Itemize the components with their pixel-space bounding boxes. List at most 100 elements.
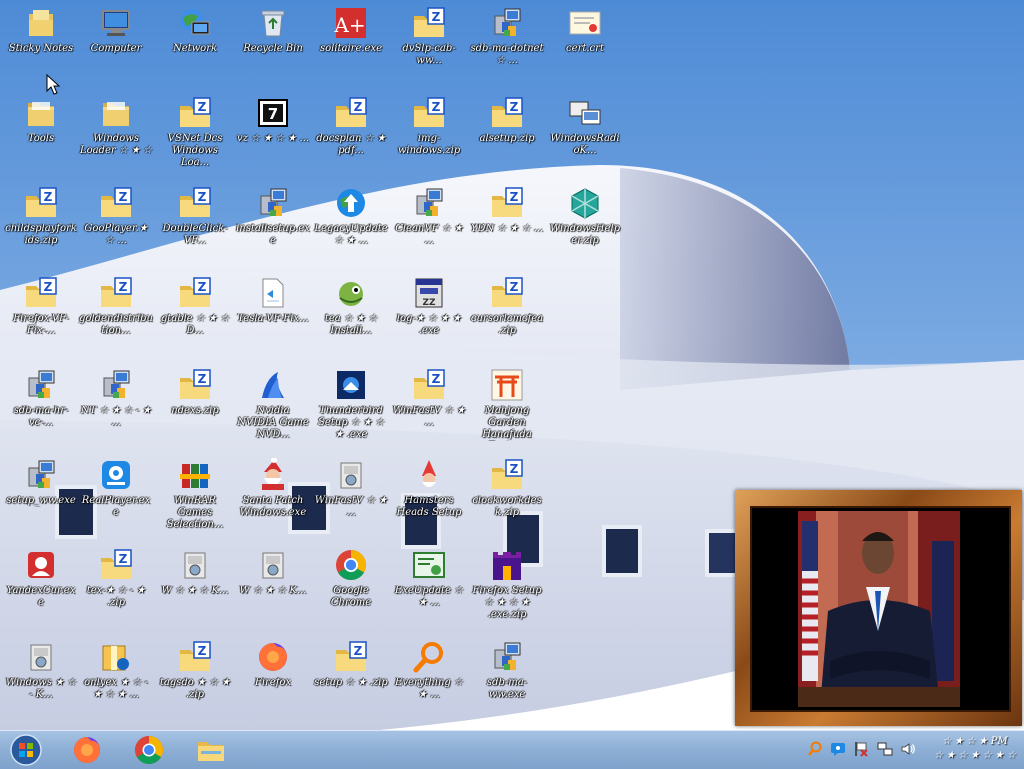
desktop-icon[interactable]: Network bbox=[156, 4, 234, 88]
desktop-icon[interactable]: Santa Patch Windows.exe bbox=[234, 456, 312, 540]
desktop-icon[interactable]: sdb-ma-dotnet ☆ ... bbox=[468, 4, 546, 88]
desktop-icon[interactable]: Hamsters Heads Setup bbox=[390, 456, 468, 540]
clock-time: ☆ ★ ☆ ★ PM bbox=[942, 736, 1008, 747]
desktop-icon-label: Firefox bbox=[254, 677, 292, 688]
desktop-icon[interactable]: NT ☆ ★ ☆ - ★ ... bbox=[77, 366, 155, 450]
tray-action-center-flag[interactable] bbox=[853, 741, 869, 757]
desktop-icon[interactable]: RealPlayer.exe bbox=[77, 456, 155, 540]
zip-folder-icon: Z bbox=[412, 96, 446, 130]
desktop-icon[interactable]: Google Chrome bbox=[312, 546, 390, 630]
desktop-icon[interactable]: Z Firefox-VF-Fix-... bbox=[2, 274, 80, 358]
desktop-icon[interactable]: Tools bbox=[2, 94, 80, 178]
desktop-icon[interactable]: YandexCur.exe bbox=[2, 546, 80, 630]
flag-icon bbox=[855, 742, 868, 757]
desktop-icon[interactable]: ExeUpdate ☆ ★ ... bbox=[390, 546, 468, 630]
desktop-icon[interactable]: Ztex-★ ☆ - ★ .zip bbox=[77, 546, 155, 630]
desktop-icon[interactable]: Z VSNet Dcs Windows Loa... bbox=[156, 94, 234, 178]
desktop-icon-label: RealPlayer.exe bbox=[81, 495, 151, 518]
desktop-icon-label: ndexs.zip bbox=[171, 405, 219, 416]
winrar-icon bbox=[178, 458, 212, 492]
desktop-icon[interactable]: WinFastV ☆ ★ ... bbox=[312, 456, 390, 540]
desktop-icon[interactable]: Z GooPlayer.★ ☆ ... bbox=[77, 184, 155, 268]
desktop-icon[interactable]: ZdvSlp-cab-ww... bbox=[390, 4, 468, 88]
desktop-icon[interactable]: Zgtable ☆ ★ ☆ D... bbox=[156, 274, 234, 358]
desktop-icon[interactable]: installsetup.exe bbox=[234, 184, 312, 268]
desktop-icon[interactable]: Zcursorlcmcfea.zip bbox=[468, 274, 546, 358]
desktop-icon-label: NT ☆ ★ ☆ - ★ ... bbox=[80, 405, 152, 428]
desktop-icon[interactable]: Everything ☆ ★ ... bbox=[390, 638, 468, 722]
desktop-icon[interactable]: WindowsHelper.zip bbox=[546, 184, 624, 268]
desktop-icon[interactable]: tea ☆ ★ ☆ Install... bbox=[312, 274, 390, 358]
desktop-icon-label: dvSlp-cab-ww... bbox=[402, 43, 456, 66]
desktop-icon[interactable]: Recycle Bin bbox=[234, 4, 312, 88]
chameleon-icon bbox=[334, 276, 368, 310]
tray-network[interactable] bbox=[877, 741, 893, 757]
desktop-icon[interactable]: Windows ★ ☆ - K... bbox=[2, 638, 80, 722]
desktop-icon-label: log-★ ☆ ★ ★ .exe bbox=[396, 313, 462, 336]
desktop-icon[interactable]: WinRAR Games Selection... bbox=[156, 456, 234, 540]
desktop-icon[interactable]: Zimg-windows.zip bbox=[390, 94, 468, 178]
desktop-icon[interactable]: Zclockworkdesk.zip bbox=[468, 456, 546, 540]
desktop-icon[interactable]: sdb-ma-hr-vc-... bbox=[2, 366, 80, 450]
windows-orb-icon bbox=[10, 734, 42, 766]
desktop-icon[interactable]: Sticky Notes bbox=[2, 4, 80, 88]
desktop-icon[interactable]: LegacyUpdate ☆ ★ ... bbox=[312, 184, 390, 268]
svg-text:Z: Z bbox=[432, 100, 441, 114]
tray-magnifier[interactable] bbox=[807, 741, 823, 757]
zip-folder-icon: Z bbox=[490, 276, 524, 310]
svg-text:Z: Z bbox=[510, 462, 519, 476]
desktop-icon[interactable]: Mahjong Garden Hanafuda Trainer bbox=[468, 366, 546, 450]
desktop-icon[interactable]: Z YDN ☆ ★ ☆ ... bbox=[468, 184, 546, 268]
folder-icon bbox=[24, 96, 58, 130]
desktop-icon[interactable]: WindowsRadioK... bbox=[546, 94, 624, 178]
zip-folder-icon: Z bbox=[334, 96, 368, 130]
desktop-icon-label: WinFastV ☆ ★ ... bbox=[392, 405, 466, 428]
desktop-icon[interactable]: setup_ww.exe bbox=[2, 456, 80, 540]
desktop-icon[interactable]: Nvidia NVIDIA Game NVD... bbox=[234, 366, 312, 450]
desktop-icon[interactable]: Firefox bbox=[234, 638, 312, 722]
desktop-icon[interactable]: W ☆ ★ ☆ K... bbox=[234, 546, 312, 630]
desktop-icon[interactable]: Firefox Setup ☆ ★ ☆ ★ .exe.zip bbox=[468, 546, 546, 630]
start-button[interactable] bbox=[4, 734, 48, 766]
network-icon bbox=[877, 742, 893, 756]
desktop-icon[interactable]: CleanVF ☆ ★ ... bbox=[390, 184, 468, 268]
desktop-icon[interactable]: Zalsetup.zip bbox=[468, 94, 546, 178]
desktop-icon-label: Santa Patch Windows.exe bbox=[239, 495, 307, 518]
desktop-icon[interactable]: Computer bbox=[77, 4, 155, 88]
desktop-icon[interactable]: ZZ log-★ ☆ ★ ★ .exe bbox=[390, 274, 468, 358]
desktop-icon[interactable]: Z DoubleClick-VF... bbox=[156, 184, 234, 268]
desktop-icon[interactable]: Zsetup ☆ ★ .zip bbox=[312, 638, 390, 722]
desktop-icon[interactable]: 7 vz ☆ ★ ☆ ★ ... bbox=[234, 94, 312, 178]
desktop-icon-label: Thunderbird Setup ☆ ★ ☆ ★ .exe bbox=[317, 405, 385, 440]
desktop-icon-label: ExeUpdate ☆ ★ ... bbox=[394, 585, 464, 608]
taskbar-clock[interactable]: ☆ ★ ☆ ★ PM ☆ ★ ☆ ★ ☆ ★ ☆ bbox=[930, 735, 1020, 765]
desktop-icon[interactable]: onlyex ★ ☆ - ★ ☆ ★ ... bbox=[77, 638, 155, 722]
desktop-icon[interactable]: sdb-ma-ww.exe bbox=[468, 638, 546, 722]
photo-frame-widget[interactable] bbox=[735, 490, 1022, 726]
zip-folder-icon: Z bbox=[24, 186, 58, 220]
desktop-icon[interactable]: Zgoldendistribution... bbox=[77, 274, 155, 358]
desktop-icon[interactable]: Zndexs.zip bbox=[156, 366, 234, 450]
desktop-icon[interactable]: Zdocsplan ☆ ★ pdf... bbox=[312, 94, 390, 178]
desktop-icon[interactable]: Ztagsdo ★ ☆ ★ .zip bbox=[156, 638, 234, 722]
zip-folder-icon: Z bbox=[99, 186, 133, 220]
desktop-icon[interactable]: Thunderbird Setup ☆ ★ ☆ ★ .exe bbox=[312, 366, 390, 450]
desktop-icon[interactable]: Zchildsplayforkids.zip bbox=[2, 184, 80, 268]
desktop-icon[interactable]: W ☆ ★ ☆ K... bbox=[156, 546, 234, 630]
desktop-icon[interactable]: Z WinFastV ☆ ★ ... bbox=[390, 366, 468, 450]
taskbar-chrome[interactable] bbox=[127, 734, 171, 766]
tray-chat[interactable] bbox=[830, 741, 846, 757]
chrome-icon bbox=[334, 548, 368, 582]
desktop-icon[interactable]: Windows Loader ☆ ★ ☆ bbox=[77, 94, 155, 178]
recycle-bin-icon bbox=[256, 6, 290, 40]
desktop-icon-label: sdb-ma-hr-vc-... bbox=[13, 405, 69, 428]
chat-icon bbox=[831, 743, 845, 756]
desktop-icon[interactable]: cert.crt bbox=[546, 4, 624, 88]
tray-volume[interactable] bbox=[900, 741, 916, 757]
desktop-icon[interactable]: A+ solitaire.exe bbox=[312, 4, 390, 88]
taskbar-firefox[interactable] bbox=[65, 734, 109, 766]
desktop-icon-label: cursorlcmcfea.zip bbox=[470, 313, 544, 336]
desktop-icon[interactable]: Tesla-VF-Fix... bbox=[234, 274, 312, 358]
taskbar-file-explorer[interactable] bbox=[189, 734, 233, 766]
installer-icon bbox=[256, 186, 290, 220]
